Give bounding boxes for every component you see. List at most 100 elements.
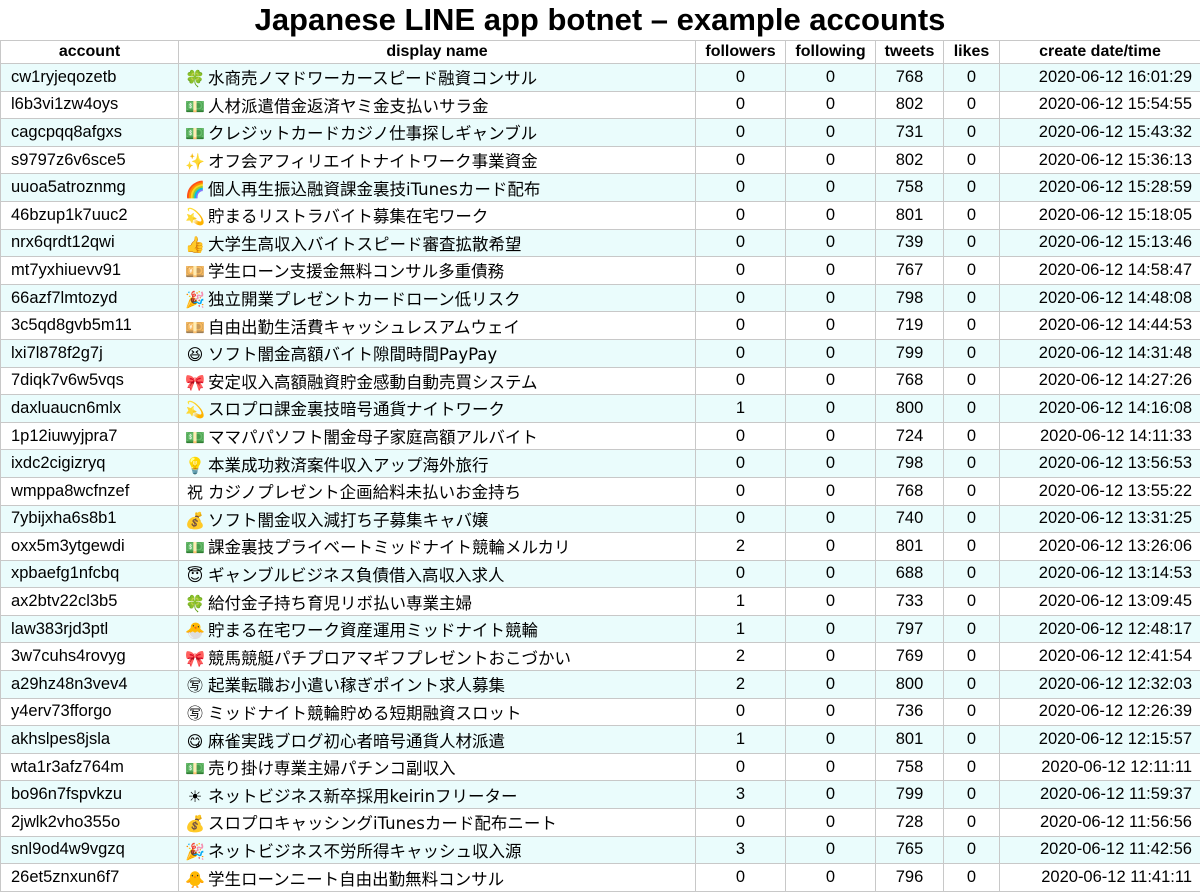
table-row: 7ybijxha6s8b1💰ソフト闇金収入減打ち子募集キャバ嬢007400202… [1, 505, 1200, 533]
account-cell: wta1r3afz764m [1, 753, 179, 781]
table-row: y4erv73fforgo㊢ミッドナイト競輪貯める短期融資スロット0073602… [1, 698, 1200, 726]
likes-cell: 0 [944, 533, 1000, 561]
followers-cell: 0 [696, 91, 786, 119]
likes-cell: 0 [944, 119, 1000, 147]
create-date-cell: 2020-06-12 14:48:08 [1000, 284, 1200, 312]
tweets-cell: 740 [876, 505, 944, 533]
account-cell: a29hz48n3vev4 [1, 671, 179, 699]
tweets-cell: 768 [876, 367, 944, 395]
followers-cell: 0 [696, 174, 786, 202]
table-row: uuoa5atroznmg🌈個人再生振込融資課金裏技iTunesカード配布007… [1, 174, 1200, 202]
following-cell: 0 [786, 91, 876, 119]
four-leaf-clover-icon: 🍀 [185, 594, 205, 613]
sparkles-icon: ✨ [185, 152, 205, 171]
display-name-text: 貯まる在宅ワーク資産運用ミッドナイト競輪 [208, 621, 538, 640]
table-row: mt7yxhiuevv91💴学生ローン支援金無料コンサル多重債務00767020… [1, 257, 1200, 285]
account-cell: mt7yxhiuevv91 [1, 257, 179, 285]
dollar-banknote-icon: 💵 [185, 428, 205, 447]
display-name-cell: 祝カジノプレゼント企画給料未払いお金持ち [179, 477, 696, 505]
followers-cell: 0 [696, 809, 786, 837]
create-date-cell: 2020-06-12 13:31:25 [1000, 505, 1200, 533]
followers-cell: 1 [696, 588, 786, 616]
tweets-cell: 767 [876, 257, 944, 285]
display-name-cell: 💴自由出勤生活費キャッシュレスアムウェイ [179, 312, 696, 340]
followers-cell: 0 [696, 505, 786, 533]
account-cell: 3c5qd8gvb5m11 [1, 312, 179, 340]
followers-cell: 0 [696, 367, 786, 395]
create-date-cell: 2020-06-12 11:41:11 [1000, 864, 1200, 892]
followers-cell: 0 [696, 753, 786, 781]
rainbow-icon: 🌈 [185, 180, 205, 199]
ribbon-icon: 🎀 [185, 373, 205, 392]
followers-cell: 0 [696, 201, 786, 229]
followers-cell: 0 [696, 864, 786, 892]
display-name-text: 水商売ノマドワーカースピード融資コンサル [208, 69, 537, 88]
account-cell: 26et5znxun6f7 [1, 864, 179, 892]
followers-cell: 0 [696, 422, 786, 450]
display-name-cell: 🐥学生ローンニート自由出勤無料コンサル [179, 864, 696, 892]
table-row: 2jwlk2vho355o💰スロプロキャッシングiTunesカード配布ニート00… [1, 809, 1200, 837]
create-date-cell: 2020-06-12 15:28:59 [1000, 174, 1200, 202]
table-row: 3c5qd8gvb5m11💴自由出勤生活費キャッシュレスアムウェイ0071902… [1, 312, 1200, 340]
display-name-cell: 💵人材派遣借金返済ヤミ金支払いサラ金 [179, 91, 696, 119]
display-name-cell: 💡本業成功救済案件収入アップ海外旅行 [179, 450, 696, 478]
tweets-cell: 768 [876, 477, 944, 505]
following-cell: 0 [786, 477, 876, 505]
followers-cell: 1 [696, 395, 786, 423]
following-cell: 0 [786, 367, 876, 395]
tweets-cell: 769 [876, 643, 944, 671]
account-cell: 66azf7lmtozyd [1, 284, 179, 312]
followers-cell: 0 [696, 119, 786, 147]
followers-cell: 0 [696, 698, 786, 726]
display-name-text: ネットビジネス新卒採用keirinフリーター [208, 787, 518, 806]
likes-cell: 0 [944, 505, 1000, 533]
table-row: wmppa8wcfnzef祝カジノプレゼント企画給料未払いお金持ち0076802… [1, 477, 1200, 505]
likes-cell: 0 [944, 229, 1000, 257]
create-date-cell: 2020-06-12 15:43:32 [1000, 119, 1200, 147]
account-cell: lxi7l878f2g7j [1, 339, 179, 367]
dizzy-icon: 💫 [185, 207, 205, 226]
display-name-text: クレジットカードカジノ仕事探しギャンブル [208, 124, 537, 143]
following-cell: 0 [786, 339, 876, 367]
column-header-likes: likes [944, 41, 1000, 64]
followers-cell: 2 [696, 643, 786, 671]
display-name-cell: 💵売り掛け専業主婦パチンコ副収入 [179, 753, 696, 781]
following-cell: 0 [786, 809, 876, 837]
display-name-text: 売り掛け専業主婦パチンコ副収入 [208, 759, 456, 778]
following-cell: 0 [786, 395, 876, 423]
smiling-face-with-halo-icon: 😇 [185, 566, 205, 585]
tweets-cell: 802 [876, 91, 944, 119]
display-name-cell: 💵課金裏技プライベートミッドナイト競輪メルカリ [179, 533, 696, 561]
table-row: law383rjd3ptl🐣貯まる在宅ワーク資産運用ミッドナイト競輪107970… [1, 615, 1200, 643]
likes-cell: 0 [944, 726, 1000, 754]
account-cell: ax2btv22cl3b5 [1, 588, 179, 616]
table-row: oxx5m3ytgewdi💵課金裏技プライベートミッドナイト競輪メルカリ2080… [1, 533, 1200, 561]
following-cell: 0 [786, 229, 876, 257]
tweets-cell: 802 [876, 146, 944, 174]
followers-cell: 0 [696, 64, 786, 92]
display-name-cell: 🍀水商売ノマドワーカースピード融資コンサル [179, 64, 696, 92]
display-name-text: 独立開業プレゼントカードローン低リスク [208, 290, 521, 309]
column-header-display-name: display name [179, 41, 696, 64]
display-name-text: ネットビジネス不労所得キャッシュ収入源 [208, 842, 522, 861]
header-row: account display name followers following… [1, 41, 1200, 64]
tweets-cell: 728 [876, 809, 944, 837]
tweets-cell: 799 [876, 339, 944, 367]
likes-cell: 0 [944, 450, 1000, 478]
account-cell: snl9od4w9vgzq [1, 836, 179, 864]
grinning-squinting-face-icon: 😆 [185, 345, 205, 364]
display-name-cell: 🎉独立開業プレゼントカードローン低リスク [179, 284, 696, 312]
display-name-text: 給付金子持ち育児リボ払い専業主婦 [208, 594, 472, 613]
accounts-table: account display name followers following… [0, 40, 1200, 892]
following-cell: 0 [786, 753, 876, 781]
tweets-cell: 768 [876, 64, 944, 92]
light-bulb-icon: 💡 [185, 456, 205, 475]
likes-cell: 0 [944, 781, 1000, 809]
account-cell: 7diqk7v6w5vqs [1, 367, 179, 395]
tweets-cell: 797 [876, 615, 944, 643]
table-row: 26et5znxun6f7🐥学生ローンニート自由出勤無料コンサル00796020… [1, 864, 1200, 892]
display-name-text: スロプロキャッシングiTunesカード配布ニート [208, 814, 557, 833]
table-row: s9797z6v6sce5✨オフ会アフィリエイトナイトワーク事業資金008020… [1, 146, 1200, 174]
tweets-cell: 801 [876, 533, 944, 561]
display-name-cell: ✨オフ会アフィリエイトナイトワーク事業資金 [179, 146, 696, 174]
